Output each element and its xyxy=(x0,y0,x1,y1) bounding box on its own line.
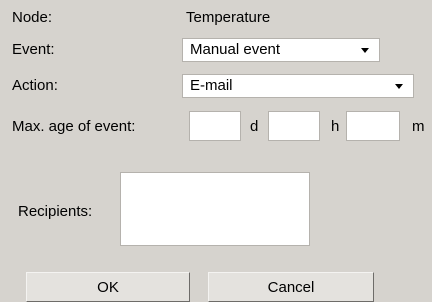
cancel-button[interactable]: Cancel xyxy=(208,272,374,302)
recipients-label: Recipients: xyxy=(18,203,93,220)
days-unit-label: d xyxy=(250,118,259,135)
max-age-label: Max. age of event: xyxy=(12,118,136,135)
chevron-down-icon xyxy=(361,47,369,53)
max-age-minutes-input[interactable] xyxy=(346,111,400,141)
cancel-button-label: Cancel xyxy=(267,278,315,296)
hours-unit-label: h xyxy=(331,118,340,135)
action-label: Action: xyxy=(12,77,58,94)
node-label: Node: xyxy=(12,9,53,26)
node-value: Temperature xyxy=(186,9,271,26)
recipients-textarea[interactable] xyxy=(120,172,310,246)
ok-button-label: OK xyxy=(97,278,119,296)
chevron-down-icon xyxy=(395,83,403,89)
max-age-hours-input[interactable] xyxy=(268,111,320,141)
minutes-unit-label: m xyxy=(412,118,425,135)
event-label: Event: xyxy=(12,41,55,58)
ok-button[interactable]: OK xyxy=(26,272,190,302)
event-select[interactable]: Manual event xyxy=(182,38,380,62)
event-select-value: Manual event xyxy=(190,41,281,58)
max-age-days-input[interactable] xyxy=(189,111,241,141)
action-select[interactable]: E-mail xyxy=(182,74,414,98)
action-select-value: E-mail xyxy=(190,77,233,94)
